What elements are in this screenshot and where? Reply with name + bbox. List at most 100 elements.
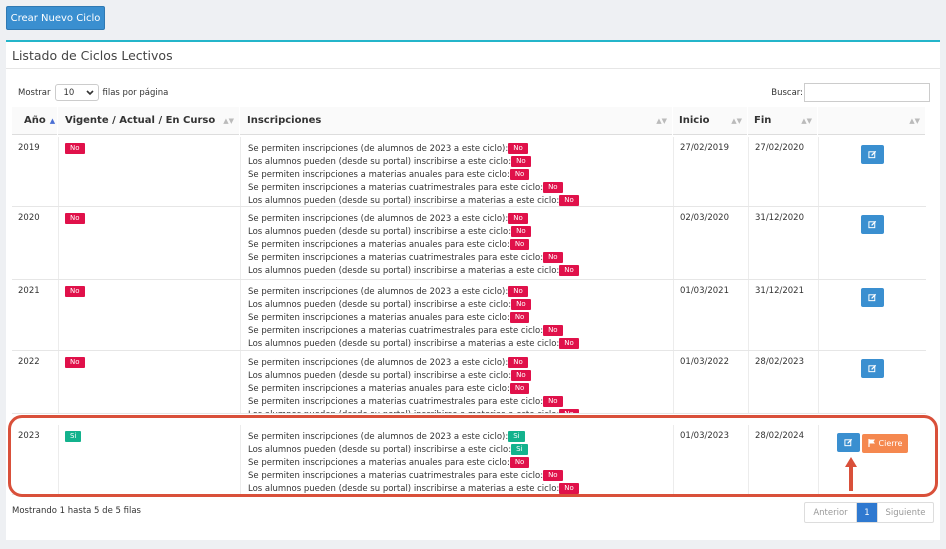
inscripcion-line: Se permiten inscripciones (de alumnos de… xyxy=(248,143,673,156)
status-badge: No xyxy=(543,395,563,407)
status-badge: No xyxy=(559,337,579,349)
inscripcion-label: Se permiten inscripciones a materias anu… xyxy=(248,239,510,250)
cell-year: 2020 xyxy=(18,213,40,223)
cell-actions xyxy=(818,207,926,279)
status-badge: No xyxy=(65,357,85,368)
table-info: Mostrando 1 hasta 5 de 5 filas xyxy=(12,506,141,516)
header-inscripciones-label: Inscripciones xyxy=(247,115,322,126)
status-badge: No xyxy=(559,408,579,413)
page-length-select[interactable]: 10 xyxy=(54,84,99,101)
edit-button[interactable] xyxy=(861,145,884,164)
inscripcion-label: Los alumnos pueden (desde su portal) ins… xyxy=(248,370,512,381)
inscripcion-line: Se permiten inscripciones a materias cua… xyxy=(248,181,673,195)
inscripcion-label: Los alumnos pueden (desde su portal) ins… xyxy=(248,226,512,237)
highlight-box xyxy=(8,415,938,497)
table-row: 2020 No Se permiten inscripciones (de alum… xyxy=(12,207,926,280)
header-inscripciones[interactable]: Inscripciones ▲▼ xyxy=(240,107,673,135)
edit-button[interactable] xyxy=(861,359,884,378)
inscripcion-line: Se permiten inscripciones a materias cua… xyxy=(248,395,673,409)
sort-icon: ▲▼ xyxy=(909,117,920,125)
panel-title: Listado de Ciclos Lectivos xyxy=(12,48,173,63)
edit-icon xyxy=(868,150,877,159)
status-badge: No xyxy=(543,324,563,336)
status-badge: No xyxy=(543,181,563,193)
inscripcion-line: Los alumnos pueden (desde su portal) ins… xyxy=(248,155,673,169)
cell-vigente: No xyxy=(58,351,240,413)
inscripcion-label: Se permiten inscripciones a materias cua… xyxy=(248,182,544,193)
search-input[interactable] xyxy=(804,83,930,102)
table-row: 2019 No Se permiten inscripciones (de alum… xyxy=(12,137,926,207)
cell-fin: 27/02/2020 xyxy=(748,137,818,206)
page-length-value: 10 xyxy=(63,87,75,98)
inscripcion-label: Se permiten inscripciones a materias anu… xyxy=(248,169,510,180)
panel-divider xyxy=(6,68,940,69)
edit-button[interactable] xyxy=(861,288,884,307)
status-badge: No xyxy=(543,251,563,263)
status-badge: No xyxy=(511,155,531,167)
inscripcion-label: Los alumnos pueden (desde su portal) ins… xyxy=(248,299,512,310)
sort-icon: ▲▼ xyxy=(801,117,812,125)
arrow-up-icon xyxy=(845,457,857,491)
sort-icon: ▲▼ xyxy=(731,117,742,125)
inscripcion-label: Se permiten inscripciones (de alumnos de… xyxy=(248,358,509,368)
table-row: 2021 No Se permiten inscripciones (de alum… xyxy=(12,280,926,351)
header-fin[interactable]: Fin ▲▼ xyxy=(748,107,818,135)
inscripcion-line: Los alumnos pueden (desde su portal) ins… xyxy=(248,369,673,383)
inscripcion-label: Se permiten inscripciones a materias cua… xyxy=(248,396,544,407)
status-badge: No xyxy=(65,286,85,297)
inscripcion-line: Se permiten inscripciones (de alumnos de… xyxy=(248,357,673,370)
pagination-next[interactable]: Siguiente xyxy=(877,503,933,522)
status-badge: No xyxy=(559,194,579,206)
edit-icon xyxy=(868,293,877,302)
cell-fin: 31/12/2020 xyxy=(748,207,818,279)
inscripcion-label: Se permiten inscripciones (de alumnos de… xyxy=(248,214,509,224)
edit-button[interactable] xyxy=(861,215,884,234)
header-year[interactable]: Año ▲ xyxy=(12,107,58,135)
header-inicio[interactable]: Inicio ▲▼ xyxy=(673,107,748,135)
cell-inscripciones: Se permiten inscripciones (de alumnos de… xyxy=(240,137,673,206)
inscripcion-line: Se permiten inscripciones a materias cua… xyxy=(248,251,673,265)
edit-icon xyxy=(868,220,877,229)
inscripcion-line: Los alumnos pueden (desde su portal) ins… xyxy=(248,264,673,278)
cell-inscripciones: Se permiten inscripciones (de alumnos de… xyxy=(240,207,673,279)
cell-inicio: 01/03/2021 xyxy=(673,280,748,350)
inscripcion-line: Se permiten inscripciones a materias cua… xyxy=(248,324,673,338)
inscripcion-label: Se permiten inscripciones a materias anu… xyxy=(248,383,510,394)
cell-inicio: 27/02/2019 xyxy=(673,137,748,206)
inscripcion-label: Los alumnos pueden (desde su portal) ins… xyxy=(248,156,512,167)
status-badge: No xyxy=(65,213,85,224)
status-badge: No xyxy=(511,225,531,237)
pagination: Anterior 1 Siguiente xyxy=(804,502,934,523)
inscripcion-label: Se permiten inscripciones a materias anu… xyxy=(248,312,510,323)
status-badge: No xyxy=(508,143,528,154)
cell-fin: 31/12/2021 xyxy=(748,280,818,350)
cell-inicio: 02/03/2020 xyxy=(673,207,748,279)
inscripcion-line: Se permiten inscripciones (de alumnos de… xyxy=(248,213,673,226)
inscripcion-label: Los alumnos pueden (desde su portal) ins… xyxy=(248,195,560,206)
cell-inscripciones: Se permiten inscripciones (de alumnos de… xyxy=(240,351,673,413)
pagination-prev[interactable]: Anterior xyxy=(805,503,857,522)
inscripcion-label: Se permiten inscripciones a materias cua… xyxy=(248,325,544,336)
cell-vigente: No xyxy=(58,137,240,206)
chevron-down-icon xyxy=(85,89,94,95)
create-cycle-button[interactable]: Crear Nuevo Ciclo xyxy=(6,6,105,30)
cell-inscripciones: Se permiten inscripciones (de alumnos de… xyxy=(240,280,673,350)
header-vigente[interactable]: Vigente / Actual / En Curso ▲▼ xyxy=(58,107,240,135)
sort-icon: ▲▼ xyxy=(223,117,234,125)
status-badge: No xyxy=(509,311,530,323)
pagination-page[interactable]: 1 xyxy=(857,503,877,522)
cell-year: 2019 xyxy=(18,143,40,153)
status-badge: No xyxy=(509,238,530,250)
inscripcion-label: Los alumnos pueden (desde su portal) ins… xyxy=(248,410,559,413)
inscripcion-line: Se permiten inscripciones a materias anu… xyxy=(248,382,673,396)
status-badge: No xyxy=(508,286,528,297)
inscripcion-line: Los alumnos pueden (desde su portal) ins… xyxy=(248,298,673,312)
status-badge: No xyxy=(511,369,531,381)
status-badge: No xyxy=(509,168,530,180)
sort-icon: ▲▼ xyxy=(656,117,667,125)
header-year-label: Año xyxy=(24,115,46,126)
header-actions: ▲▼ xyxy=(818,107,926,135)
inscripcion-line: Se permiten inscripciones a materias anu… xyxy=(248,168,673,182)
inscripcion-line: Los alumnos pueden (desde su portal) ins… xyxy=(248,225,673,239)
inscripcion-line: Los alumnos pueden (desde su portal) ins… xyxy=(248,408,673,413)
